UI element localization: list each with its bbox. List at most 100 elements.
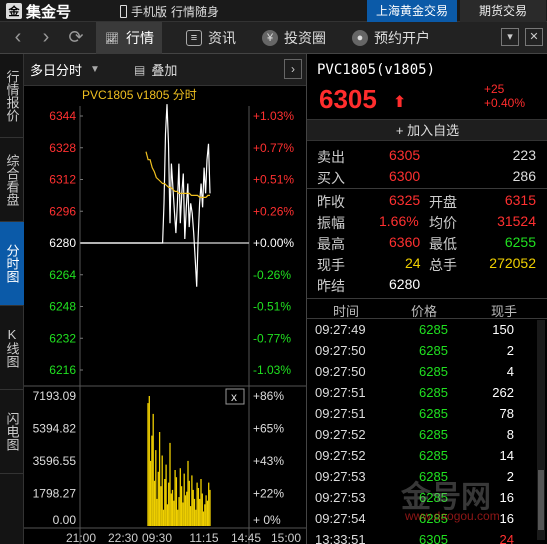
trade-time: 09:27:49 [315, 322, 366, 337]
trade-row: 13:33:51 6305 24 [307, 530, 547, 544]
stat-value: 24 [405, 255, 421, 271]
back-icon[interactable]: ‹ [6, 26, 30, 50]
pct-tick-label: +1.03% [253, 109, 294, 123]
logo-icon: 金 [6, 3, 22, 19]
x-tick-label: 11:15 [189, 531, 218, 544]
stat-label: 振幅 [317, 215, 345, 231]
x-tick-label: 21:00 [66, 531, 96, 544]
up-arrow-icon: ⬆ [393, 94, 407, 111]
overlay-button[interactable]: ▤ 叠加 [134, 60, 177, 79]
news-icon: ≡ [186, 30, 202, 46]
chart-header: 多日分时 ▼ ▤ 叠加 › [24, 54, 306, 86]
forward-icon[interactable]: › [34, 26, 58, 50]
period-label: 多日分时 [30, 63, 83, 78]
chevron-down-icon: ▼ [90, 64, 100, 75]
trade-scrollbar[interactable] [537, 320, 545, 540]
trade-price: 6285 [419, 448, 448, 463]
menu-icon[interactable]: ▾ [501, 28, 519, 46]
trade-qty: 24 [499, 532, 514, 544]
tab-shanghai-gold[interactable]: 上海黄金交易 [367, 0, 457, 22]
mobile-label: 手机版 [131, 5, 168, 19]
refresh-icon[interactable]: ⟳ [64, 26, 88, 50]
vtab-flash[interactable]: 闪电图 [0, 390, 24, 474]
collapse-panel-button[interactable]: › [284, 59, 302, 79]
stat-label: 昨结 [317, 278, 345, 294]
add-watchlist-button[interactable]: + 加入自选 [307, 119, 547, 141]
y-tick-label: 6344 [49, 109, 76, 123]
y-tick-label: 6264 [49, 268, 76, 282]
stat-label: 开盘 [429, 194, 457, 210]
trade-price: 6305 [419, 532, 448, 544]
volume-tick-label: 0.00 [53, 513, 77, 527]
stat-label: 均价 [429, 215, 457, 231]
nav-item-community[interactable]: ¥ 投资圈 [254, 22, 334, 54]
nav-item-news[interactable]: ≡ 资讯 [178, 22, 244, 54]
pct-tick-label: -1.03% [253, 363, 291, 377]
window-buttons: ▾ ✕ [501, 28, 543, 46]
trade-time: 13:33:51 [315, 532, 366, 544]
vtab-kline[interactable]: K线图 [0, 306, 24, 390]
stat-row: 昨收 6325 开盘 6315 [307, 189, 547, 211]
trade-time: 09:27:50 [315, 364, 366, 379]
add-watch-label: 加入自选 [407, 123, 460, 138]
y-tick-label: 6312 [49, 173, 76, 187]
close-icon[interactable]: x [231, 390, 237, 404]
nav-label: 投资圈 [284, 30, 326, 46]
change-value: +25 [483, 82, 505, 96]
tab-futures[interactable]: 期货交易 [460, 0, 546, 22]
trade-qty: 14 [499, 448, 514, 463]
x-tick-label: 14:45 [231, 531, 261, 544]
x-tick-label: 22:30 [108, 531, 138, 544]
pct-tick-label: +0.51% [253, 173, 294, 187]
trade-time: 09:27:54 [315, 511, 366, 526]
trade-time: 09:27:51 [315, 385, 366, 400]
trade-table-header: 时间 价格 现手 [307, 300, 547, 319]
account-icon: ● [352, 30, 368, 46]
trade-qty: 78 [499, 406, 514, 421]
stat-value: 1.66% [379, 213, 419, 229]
nav-item-quotes[interactable]: 📈︎ 行情 [96, 22, 162, 54]
vtab-intraday[interactable]: 分时图 [0, 222, 24, 306]
trade-row: 09:27:50 6285 2 [307, 341, 547, 362]
layers-icon: ▤ [134, 62, 146, 77]
top-bar: 金 集金号 手机版 行情随身 上海黄金交易 期货交易 [0, 0, 547, 22]
stat-label: 最低 [429, 236, 457, 252]
sell-price: 6305 [389, 147, 421, 163]
trade-time: 09:27:53 [315, 490, 366, 505]
nav-item-open-account[interactable]: ● 预约开户 [344, 22, 438, 54]
trade-qty: 2 [506, 469, 514, 484]
stat-row: 振幅 1.66% 均价 31524 [307, 210, 547, 232]
trade-price: 6285 [419, 322, 448, 337]
divider [307, 298, 547, 299]
mobile-link[interactable]: 手机版 行情随身 [120, 3, 219, 20]
vtab-overview[interactable]: 综合看盘 [0, 138, 24, 222]
trade-qty: 16 [499, 490, 514, 505]
buy-qty: 286 [512, 168, 536, 184]
stat-row: 现手 24 总手 272052 [307, 252, 547, 274]
vtab-quotes[interactable]: 行情报价 [0, 54, 24, 138]
stat-label: 总手 [429, 257, 457, 273]
y-tick-label: 6232 [49, 331, 76, 345]
intraday-chart[interactable]: 6344 +1.03% 6328 +0.77% 6312 +0.51% 6296 +0.26%… [24, 86, 306, 544]
stat-value: 6315 [504, 192, 536, 208]
quote-panel: PVC1805(v1805) 6305 ⬆ +25 +0.40% + 加入自选 … [306, 54, 547, 544]
volume-pct-label: + 0% [253, 513, 281, 527]
stat-value: 6360 [389, 234, 421, 250]
trade-qty: 2 [506, 343, 514, 358]
stat-value: 6280 [389, 276, 421, 292]
pct-tick-label: +0.77% [253, 141, 294, 155]
sell-row: 卖出 6305 223 [307, 144, 547, 166]
x-tick-label: 09:30 [142, 531, 172, 544]
buy-row: 买入 6300 286 [307, 165, 547, 187]
divider [307, 318, 547, 319]
volume-pct-label: +65% [253, 421, 284, 435]
close-icon[interactable]: ✕ [525, 28, 543, 46]
scroll-thumb[interactable] [538, 470, 544, 530]
trade-qty: 16 [499, 511, 514, 526]
stat-row: 昨结 6280 [307, 273, 547, 295]
x-tick-label: 15:00 [271, 531, 301, 544]
y-tick-label: 6248 [49, 300, 76, 314]
stat-row: 最高 6360 最低 6255 [307, 231, 547, 253]
app-logo[interactable]: 金 集金号 [6, 2, 71, 21]
period-select[interactable]: 多日分时 ▼ [30, 60, 100, 79]
